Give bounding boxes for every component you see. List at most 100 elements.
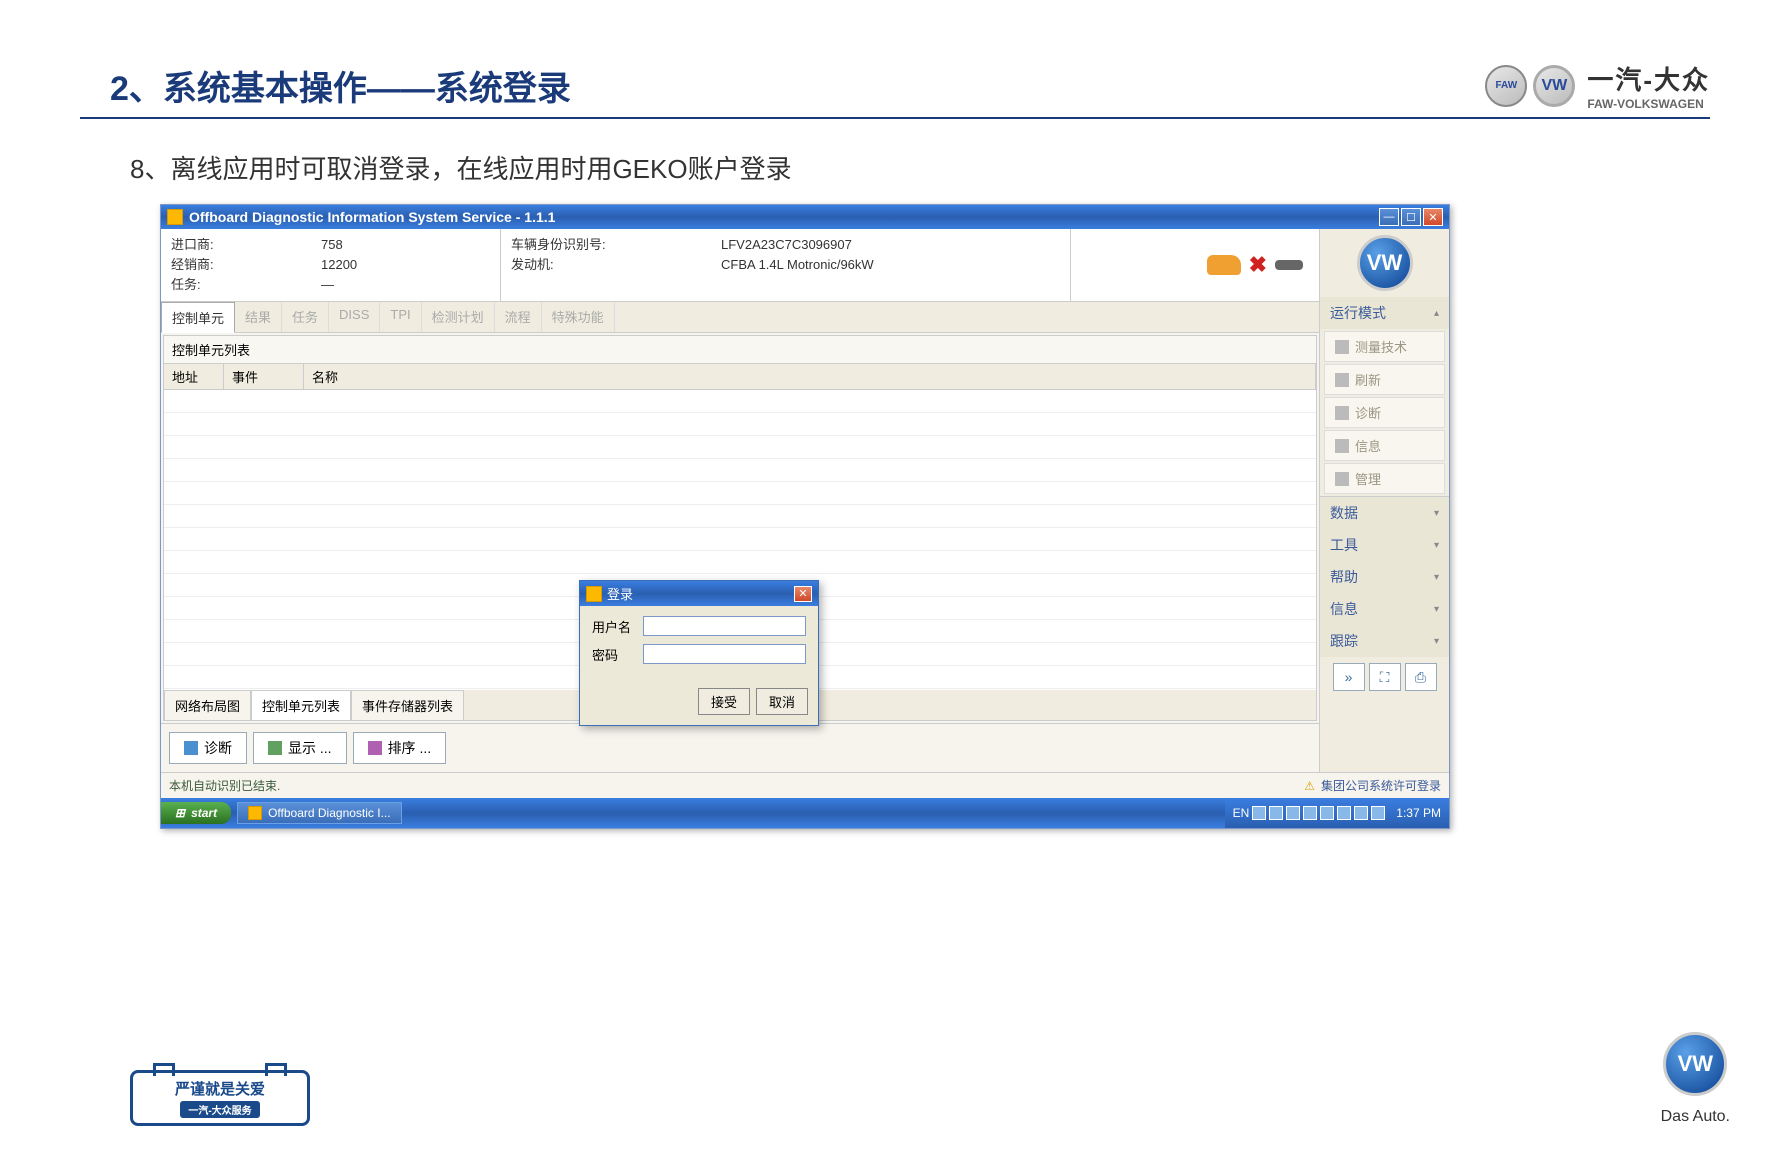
chevron-down-icon: ▾ (1434, 572, 1439, 583)
info-row: 进口商:758 经销商:12200 任务:— 车辆身份识别号:LFV2A23C7… (161, 229, 1319, 302)
tab-tasks[interactable]: 任务 (282, 302, 329, 332)
tab-testplan[interactable]: 检测计划 (422, 302, 495, 332)
cancel-button[interactable]: 取消 (756, 688, 808, 715)
chevron-down-icon: ▾ (1434, 636, 1439, 647)
expand-button[interactable]: ⛶ (1369, 663, 1401, 691)
tray-icon[interactable] (1337, 806, 1351, 820)
side-mode-header[interactable]: 运行模式▴ (1320, 297, 1449, 329)
side-tools-header[interactable]: 工具▾ (1320, 529, 1449, 561)
tray-icon[interactable] (1371, 806, 1385, 820)
grid-header: 地址 事件 名称 (164, 364, 1316, 390)
dialog-title: 登录 (607, 584, 633, 603)
x-icon: ✖ (1249, 252, 1267, 278)
side-item-measure[interactable]: 测量技术 (1324, 331, 1445, 362)
slide-title: 2、系统基本操作——系统登录 (80, 61, 571, 110)
accept-button[interactable]: 接受 (698, 688, 750, 715)
col-address[interactable]: 地址 (164, 364, 224, 389)
vw-footer-logo-icon: VW (1663, 1032, 1727, 1096)
engine-value: CFBA 1.4L Motronic/96kW (721, 255, 874, 275)
print-button[interactable]: ⎙ (1405, 663, 1437, 691)
diag-button[interactable]: 诊断 (169, 732, 247, 764)
subtab-network[interactable]: 网络布局图 (164, 690, 251, 720)
password-label: 密码 (592, 645, 635, 664)
gear-icon (1335, 472, 1349, 486)
status-left: 本机自动识别已结束. (169, 777, 280, 794)
side-panel: VW 运行模式▴ 测量技术 刷新 诊断 信息 管理 数据▾ 工具▾ 帮助▾ 信息… (1319, 229, 1449, 772)
car-icon (1207, 255, 1241, 275)
tab-special[interactable]: 特殊功能 (542, 302, 615, 332)
clock[interactable]: 1:37 PM (1396, 806, 1441, 820)
side-item-diag[interactable]: 诊断 (1324, 397, 1445, 428)
chevron-down-icon: ▾ (1434, 604, 1439, 615)
username-label: 用户名 (592, 617, 635, 636)
slide-header: 2、系统基本操作——系统登录 FAW VW 一汽-大众 FAW-VOLKSWAG… (80, 60, 1710, 119)
subtab-list[interactable]: 控制单元列表 (251, 690, 351, 720)
subtab-eventmem[interactable]: 事件存储器列表 (351, 690, 464, 720)
username-input[interactable] (643, 616, 806, 636)
password-input[interactable] (643, 644, 806, 664)
lang-indicator[interactable]: EN (1233, 806, 1250, 820)
tray-icon[interactable] (1286, 806, 1300, 820)
tray-icon[interactable] (1354, 806, 1368, 820)
chevron-up-icon: ▴ (1434, 308, 1439, 319)
sort-button[interactable]: 排序 ... (353, 732, 447, 764)
login-dialog: 登录 ✕ 用户名 密码 (579, 580, 819, 726)
app-title: Offboard Diagnostic Information System S… (189, 209, 555, 225)
close-button[interactable]: ✕ (1423, 208, 1443, 226)
taskbar-task[interactable]: Offboard Diagnostic I... (237, 802, 402, 824)
task-label: 任务: (171, 275, 321, 295)
side-help-header[interactable]: 帮助▾ (1320, 561, 1449, 593)
badge-text: 严谨就是关爱 (175, 1078, 265, 1099)
side-trace-header[interactable]: 跟踪▾ (1320, 625, 1449, 657)
tray-icon[interactable] (1320, 806, 1334, 820)
tab-results[interactable]: 结果 (235, 302, 282, 332)
next-button[interactable]: » (1333, 663, 1365, 691)
dialog-close-button[interactable]: ✕ (794, 586, 812, 602)
display-icon (268, 741, 282, 755)
slide-subtitle: 8、离线应用时可取消登录，在线应用时用GEKO账户登录 (130, 149, 1710, 186)
maximize-button[interactable]: ☐ (1401, 208, 1421, 226)
vw-logo-big-icon: VW (1357, 235, 1413, 291)
tab-tpi[interactable]: TPI (380, 302, 421, 332)
importer-label: 进口商: (171, 235, 321, 255)
tray-icon[interactable] (1269, 806, 1283, 820)
dealer-label: 经销商: (171, 255, 321, 275)
app-titlebar[interactable]: Offboard Diagnostic Information System S… (161, 205, 1449, 229)
task-value: — (321, 275, 334, 295)
display-button[interactable]: 显示 ... (253, 732, 347, 764)
refresh-icon (1335, 373, 1349, 387)
chevron-down-icon: ▾ (1434, 540, 1439, 551)
dealer-value: 12200 (321, 255, 357, 275)
grid-body[interactable]: 登录 ✕ 用户名 密码 (164, 390, 1316, 690)
side-item-refresh[interactable]: 刷新 (1324, 364, 1445, 395)
wrench-icon (1335, 406, 1349, 420)
statusbar: 本机自动识别已结束. ⚠集团公司系统许可登录 (161, 772, 1449, 798)
tab-control-unit[interactable]: 控制单元 (161, 302, 235, 333)
minimize-button[interactable]: — (1379, 208, 1399, 226)
main-tabs: 控制单元 结果 任务 DISS TPI 检测计划 流程 特殊功能 (161, 302, 1319, 333)
side-info-header[interactable]: 信息▾ (1320, 593, 1449, 625)
engine-label: 发动机: (511, 255, 721, 275)
vw-logo-icon: VW (1533, 65, 1575, 107)
tab-diss[interactable]: DISS (329, 302, 380, 332)
side-data-header[interactable]: 数据▾ (1320, 497, 1449, 529)
start-button[interactable]: ⊞start (161, 802, 231, 824)
info-icon (1335, 439, 1349, 453)
sort-icon (368, 741, 382, 755)
side-item-admin[interactable]: 管理 (1324, 463, 1445, 494)
col-name[interactable]: 名称 (304, 364, 1316, 389)
footer-badge: 严谨就是关爱 一汽-大众服务 (130, 1070, 310, 1126)
panel-title: 控制单元列表 (164, 336, 1316, 364)
tray-icon[interactable] (1252, 806, 1266, 820)
status-right: 集团公司系统许可登录 (1321, 777, 1441, 794)
tray-icon[interactable] (1303, 806, 1317, 820)
diag-icon (184, 741, 198, 755)
system-tray[interactable]: EN 1:37 PM (1225, 798, 1449, 828)
side-item-info[interactable]: 信息 (1324, 430, 1445, 461)
vin-label: 车辆身份识别号: (511, 235, 721, 255)
tab-process[interactable]: 流程 (495, 302, 542, 332)
app-window: Offboard Diagnostic Information System S… (160, 204, 1450, 829)
col-event[interactable]: 事件 (224, 364, 304, 389)
dialog-titlebar[interactable]: 登录 ✕ (580, 581, 818, 606)
control-unit-panel: 控制单元列表 地址 事件 名称 登录 ✕ (163, 335, 1317, 721)
